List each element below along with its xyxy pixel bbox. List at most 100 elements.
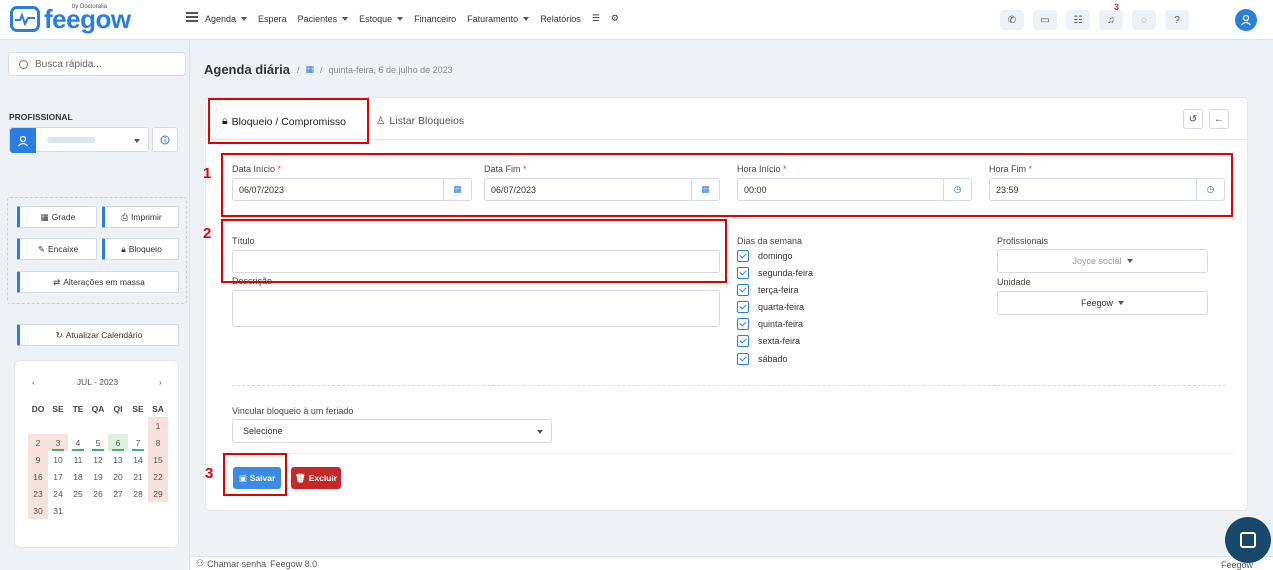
feegow-logo[interactable]: feegow by Doctoralia: [10, 4, 131, 32]
calendar-day[interactable]: 4: [68, 434, 88, 451]
list-icon[interactable]: ☷: [1066, 10, 1090, 30]
next-month-icon[interactable]: ›: [159, 377, 162, 387]
calendar-day[interactable]: 1: [148, 417, 168, 434]
logo-subtitle: by Doctoralia: [72, 4, 108, 10]
search-input[interactable]: Busca rápida...: [8, 52, 186, 76]
profissionais-dropdown[interactable]: Joyce social: [997, 249, 1208, 273]
help-icon[interactable]: ?: [1165, 10, 1189, 30]
pulse-icon: [10, 6, 40, 32]
history-button[interactable]: ↺: [1183, 109, 1203, 129]
calendar-day[interactable]: 2: [28, 434, 48, 451]
calendar-day[interactable]: 19: [88, 468, 108, 485]
chat-widget-button[interactable]: [1225, 517, 1271, 563]
calendar-day[interactable]: 6: [108, 434, 128, 451]
chamar-senha-link[interactable]: Chamar senha: [207, 559, 266, 569]
edit-icon: ✎: [37, 243, 45, 254]
calendar-icon[interactable]: ▦: [305, 64, 314, 75]
info-button[interactable]: [152, 127, 178, 152]
feriado-select[interactable]: Selecione: [232, 419, 552, 443]
user-avatar[interactable]: [1235, 9, 1257, 31]
profissional-name-redacted: [47, 137, 95, 143]
nav-faturamento[interactable]: Faturamento: [467, 13, 530, 24]
weekday-label: DO: [31, 403, 45, 414]
refresh-icon: ↻: [55, 329, 63, 340]
checkbox-sabado[interactable]: sábado: [737, 353, 788, 365]
checkbox-quarta[interactable]: quarta-feira: [737, 301, 804, 313]
calendar-day[interactable]: 26: [88, 485, 108, 502]
nav-relatorios[interactable]: Relatórios: [540, 13, 581, 24]
calendar-day[interactable]: 16: [28, 468, 48, 485]
search-placeholder: Busca rápida...: [35, 58, 102, 70]
encaixe-button[interactable]: ✎ Encaixe: [17, 238, 97, 260]
bloqueio-button[interactable]: 🔒︎ Bloqueio: [102, 238, 179, 260]
calendar-day[interactable]: 21: [128, 468, 148, 485]
calendar-day[interactable]: 15: [148, 451, 168, 468]
calendar-day[interactable]: 7: [128, 434, 148, 451]
calendar-day[interactable]: 10: [48, 451, 68, 468]
database-icon[interactable]: ☰: [592, 13, 600, 24]
phone-icon[interactable]: ✆: [1000, 10, 1024, 30]
checkbox-icon: [737, 353, 749, 365]
user-icon: [10, 128, 36, 153]
nav-agenda[interactable]: Agenda: [205, 13, 248, 24]
page-title: Agenda diária: [204, 62, 290, 77]
inbox-icon[interactable]: ▭: [1033, 10, 1057, 30]
checkbox-icon: [737, 335, 749, 347]
calendar-day[interactable]: 8: [148, 434, 168, 451]
top-icons: ✆ ▭ ☷ ♫ 3 ◌ ?: [1000, 2, 1189, 30]
checkbox-terca[interactable]: terça-feira: [737, 284, 799, 296]
chat-icon[interactable]: ◌: [1132, 10, 1156, 30]
calendar-day[interactable]: 17: [48, 468, 68, 485]
unidade-dropdown[interactable]: Feegow: [997, 291, 1208, 315]
user-icon: ♙: [376, 115, 386, 127]
gear-icon[interactable]: ⚙: [611, 13, 619, 24]
grade-button[interactable]: ▦ Grade: [17, 206, 97, 228]
calendar-day[interactable]: 9: [28, 451, 48, 468]
nav-financeiro[interactable]: Financeiro: [414, 13, 456, 24]
calendar-day[interactable]: 24: [48, 485, 68, 502]
alteracoes-massa-button[interactable]: ⇄ Alterações em massa: [17, 271, 179, 293]
calendar-day[interactable]: 22: [148, 468, 168, 485]
calendar-day[interactable]: 25: [68, 485, 88, 502]
calendar-day[interactable]: 13: [108, 451, 128, 468]
descricao-textarea[interactable]: [232, 290, 720, 327]
calendar-day[interactable]: 30: [28, 502, 48, 519]
divider: [221, 453, 1236, 454]
calendar-day[interactable]: 29: [148, 485, 168, 502]
calendar-day[interactable]: 11: [68, 451, 88, 468]
calendar-day[interactable]: 14: [128, 451, 148, 468]
calendar-day[interactable]: 3: [48, 434, 68, 451]
excluir-button[interactable]: 🗑︎ Excluir: [291, 467, 341, 489]
calendar-empty: [88, 417, 108, 434]
feriado-label: Vincular bloqueio à um feriado: [232, 406, 354, 416]
imprimir-button[interactable]: ⎙ Imprimir: [102, 206, 179, 228]
calendar-day[interactable]: 23: [28, 485, 48, 502]
menu-icon[interactable]: [186, 12, 198, 22]
annotation-1: 1: [203, 165, 212, 182]
checkbox-quinta[interactable]: quinta-feira: [737, 318, 803, 330]
calendar-day[interactable]: 18: [68, 468, 88, 485]
weekday-label: SA: [152, 403, 164, 414]
calendar-day[interactable]: 27: [108, 485, 128, 502]
checkbox-domingo[interactable]: domingo: [737, 250, 793, 262]
checkbox-segunda[interactable]: segunda-feira: [737, 267, 813, 279]
profissional-select[interactable]: [9, 127, 149, 153]
tab-listar-bloqueios[interactable]: ♙ Listar Bloqueios: [376, 115, 464, 127]
nav-espera[interactable]: Espera: [258, 13, 287, 24]
highlight-1: [221, 153, 1233, 217]
calendar-day[interactable]: 28: [128, 485, 148, 502]
calendar-day[interactable]: 12: [88, 451, 108, 468]
checkbox-sexta[interactable]: sexta-feira: [737, 335, 800, 347]
calendar-day[interactable]: 5: [88, 434, 108, 451]
calendar-day[interactable]: 31: [48, 502, 68, 519]
nav-pacientes[interactable]: Pacientes: [298, 13, 349, 24]
calendar-empty: [28, 417, 48, 434]
nav-estoque[interactable]: Estoque: [359, 13, 404, 24]
calendar-day[interactable]: 20: [108, 468, 128, 485]
calendar-empty: [108, 502, 128, 519]
back-button[interactable]: ←: [1209, 109, 1229, 129]
dias-semana-label: Dias da semana: [737, 236, 803, 246]
atualizar-calendario-button[interactable]: ↻ Atualizar Calendário: [17, 324, 179, 346]
profissionais-label: Profissionais: [997, 236, 1049, 246]
bell-icon[interactable]: ♫ 3: [1099, 2, 1123, 30]
